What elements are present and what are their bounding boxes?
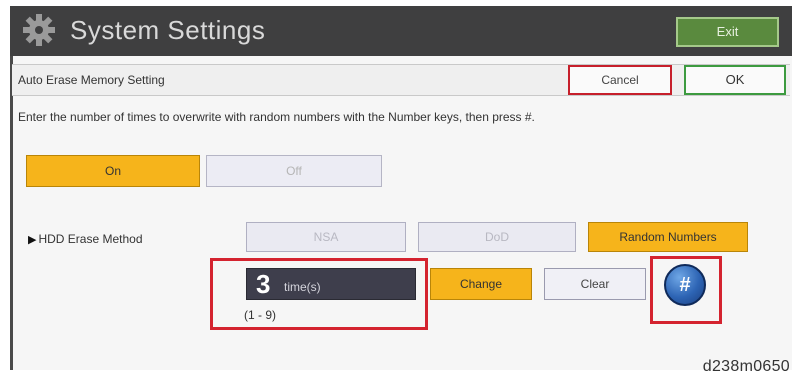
hdd-erase-method-label: ▶ HDD Erase Method <box>28 232 143 246</box>
clear-button[interactable]: Clear <box>544 268 646 300</box>
change-button[interactable]: Change <box>430 268 532 300</box>
on-button[interactable]: On <box>26 155 200 187</box>
gear-icon <box>23 14 55 46</box>
instruction-text: Enter the number of times to overwrite w… <box>18 110 535 124</box>
figure-id: d238m0650 <box>702 358 790 375</box>
times-value: 3 <box>256 269 271 299</box>
cancel-button[interactable]: Cancel <box>568 65 672 95</box>
dod-button[interactable]: DoD <box>418 222 576 252</box>
times-range: (1 - 9) <box>244 308 277 322</box>
times-value-display <box>246 268 416 300</box>
hash-enter-button[interactable]: # <box>664 264 706 306</box>
exit-button[interactable]: Exit <box>676 17 779 47</box>
hdd-erase-method-text: HDD Erase Method <box>38 232 143 246</box>
random-numbers-button[interactable]: Random Numbers <box>588 222 748 252</box>
ok-button[interactable]: OK <box>684 65 786 95</box>
times-unit: time(s) <box>284 280 321 294</box>
nsa-button[interactable]: NSA <box>246 222 406 252</box>
setting-title: Auto Erase Memory Setting <box>18 73 165 87</box>
off-button[interactable]: Off <box>206 155 382 187</box>
page-title: System Settings <box>70 15 266 45</box>
triangle-right-icon: ▶ <box>28 234 37 246</box>
